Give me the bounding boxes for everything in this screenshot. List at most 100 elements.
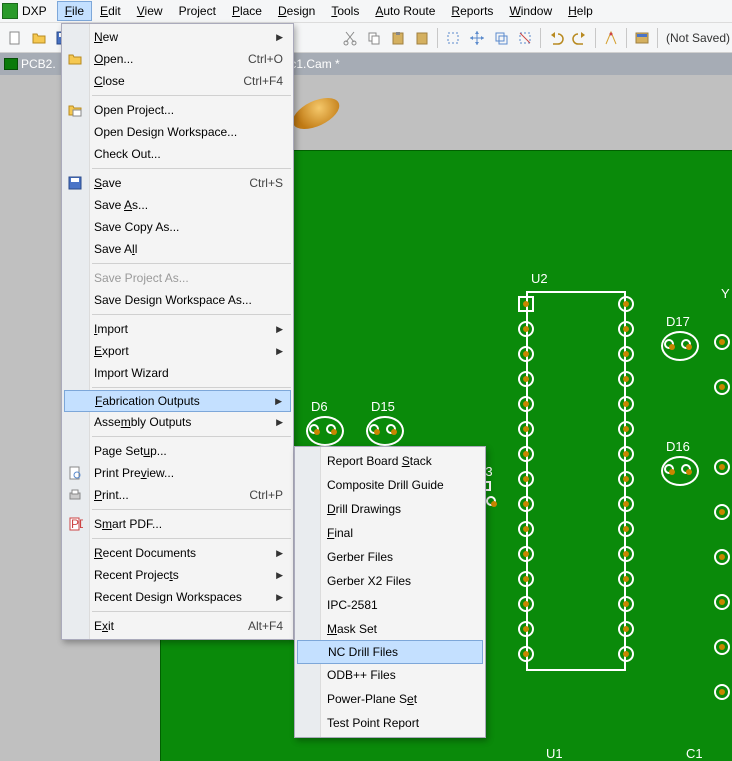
menu-import[interactable]: Import▶ — [62, 318, 293, 340]
app-icon — [2, 3, 18, 19]
separator — [437, 28, 438, 48]
tab-pcb[interactable]: PCB2. — [4, 57, 56, 71]
menu-fabrication-outputs[interactable]: Fabrication Outputs▶ — [64, 390, 291, 412]
paste-special-button[interactable] — [411, 27, 433, 49]
pad — [518, 646, 534, 662]
new-doc-button[interactable] — [4, 27, 26, 49]
silk-d16: D16 — [666, 439, 690, 454]
separator — [540, 28, 541, 48]
menu-recent-documents[interactable]: Recent Documents▶ — [62, 542, 293, 564]
pad — [618, 446, 634, 462]
drag-button[interactable] — [490, 27, 512, 49]
pad — [309, 424, 319, 434]
copy-button[interactable] — [363, 27, 385, 49]
menu-save-workspace[interactable]: Save Design Workspace As... — [62, 289, 293, 311]
open-project-icon — [67, 102, 83, 118]
menu-print[interactable]: Print...Ctrl+P — [62, 484, 293, 506]
submenu-odb[interactable]: ODB++ Files — [295, 663, 485, 687]
deselect-button[interactable] — [514, 27, 536, 49]
pad — [518, 621, 534, 637]
menu-window[interactable]: Window — [501, 1, 560, 21]
shortcut: Ctrl+P — [249, 488, 283, 502]
menu-open[interactable]: Open...Ctrl+O — [62, 48, 293, 70]
menu-view[interactable]: View — [129, 1, 171, 21]
run-button[interactable] — [600, 27, 622, 49]
submenu-final[interactable]: Final — [295, 521, 485, 545]
tab-cam[interactable]: ic1.Cam * — [288, 57, 340, 71]
menu-save-all[interactable]: Save All — [62, 238, 293, 260]
menu-page-setup[interactable]: Page Setup... — [62, 440, 293, 462]
pad — [664, 464, 674, 474]
menu-help[interactable]: Help — [560, 1, 601, 21]
tab-label: ic1.Cam * — [288, 57, 340, 71]
pad — [518, 596, 534, 612]
pad — [618, 521, 634, 537]
pad — [618, 421, 634, 437]
pad — [714, 504, 730, 520]
submenu-mask-set[interactable]: Mask Set — [295, 617, 485, 641]
submenu-nc-drill[interactable]: NC Drill Files — [297, 640, 483, 664]
pad — [618, 496, 634, 512]
redo-button[interactable] — [569, 27, 591, 49]
menu-save-copy[interactable]: Save Copy As... — [62, 216, 293, 238]
save-icon — [67, 175, 83, 191]
menu-save-as[interactable]: Save As... — [62, 194, 293, 216]
menu-separator — [92, 436, 291, 437]
menu-tools[interactable]: Tools — [323, 1, 367, 21]
saved-status: (Not Saved) — [666, 31, 730, 45]
menu-design[interactable]: Design — [270, 1, 323, 21]
submenu-drill-drawings[interactable]: Drill Drawings — [295, 497, 485, 521]
print-icon — [67, 487, 83, 503]
separator — [595, 28, 596, 48]
submenu-composite-drill[interactable]: Composite Drill Guide — [295, 473, 485, 497]
panel-button[interactable] — [631, 27, 653, 49]
paste-button[interactable] — [387, 27, 409, 49]
pad — [618, 471, 634, 487]
menu-reports[interactable]: Reports — [443, 1, 501, 21]
menu-open-project[interactable]: Open Project... — [62, 99, 293, 121]
open-button[interactable] — [28, 27, 50, 49]
submenu-ipc2581[interactable]: IPC-2581 — [295, 593, 485, 617]
undo-button[interactable] — [545, 27, 567, 49]
menu-file[interactable]: File — [57, 1, 92, 21]
menu-recent-projects[interactable]: Recent Projects▶ — [62, 564, 293, 586]
pad — [618, 296, 634, 312]
pad — [714, 639, 730, 655]
submenu-test-point[interactable]: Test Point Report — [295, 711, 485, 735]
menu-import-wizard[interactable]: Import Wizard — [62, 362, 293, 384]
menu-save[interactable]: SaveCtrl+S — [62, 172, 293, 194]
submenu-gerber[interactable]: Gerber Files — [295, 545, 485, 569]
pad — [369, 424, 379, 434]
pad — [518, 471, 534, 487]
submenu-report-board-stack[interactable]: Report Board Stack — [295, 449, 485, 473]
select-button[interactable] — [442, 27, 464, 49]
menu-autoroute[interactable]: Auto Route — [367, 1, 443, 21]
menu-new[interactable]: New▶ — [62, 26, 293, 48]
submenu-gerber-x2[interactable]: Gerber X2 Files — [295, 569, 485, 593]
move-button[interactable] — [466, 27, 488, 49]
pad — [664, 339, 674, 349]
menu-print-preview[interactable]: Print Preview... — [62, 462, 293, 484]
menu-separator — [92, 95, 291, 96]
pad — [486, 496, 496, 506]
menu-assembly-outputs[interactable]: Assembly Outputs▶ — [62, 411, 293, 433]
pad — [518, 321, 534, 337]
menu-open-workspace[interactable]: Open Design Workspace... — [62, 121, 293, 143]
pad — [681, 339, 691, 349]
menu-place[interactable]: Place — [224, 1, 270, 21]
pcb-fiducial — [288, 92, 344, 136]
menu-smart-pdf[interactable]: PDFSmart PDF... — [62, 513, 293, 535]
pad — [681, 464, 691, 474]
menu-export[interactable]: Export▶ — [62, 340, 293, 362]
pad — [714, 379, 730, 395]
pad — [326, 424, 336, 434]
menu-recent-workspaces[interactable]: Recent Design Workspaces▶ — [62, 586, 293, 608]
submenu-power-plane[interactable]: Power-Plane Set — [295, 687, 485, 711]
preview-icon — [67, 465, 83, 481]
cut-button[interactable] — [339, 27, 361, 49]
menu-close[interactable]: CloseCtrl+F4 — [62, 70, 293, 92]
menu-edit[interactable]: Edit — [92, 1, 129, 21]
menu-project[interactable]: Project — [171, 1, 224, 21]
menu-check-out[interactable]: Check Out... — [62, 143, 293, 165]
menu-exit[interactable]: ExitAlt+F4 — [62, 615, 293, 637]
